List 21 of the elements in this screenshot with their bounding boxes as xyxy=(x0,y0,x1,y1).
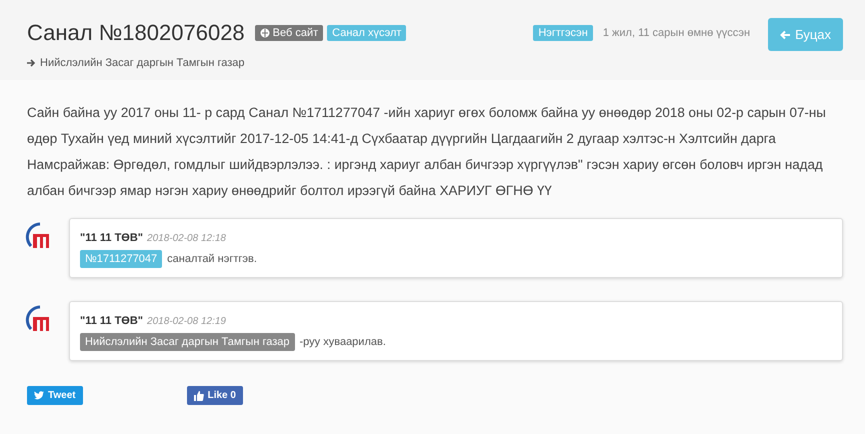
comment-text: саналтай нэгтгэв. xyxy=(167,253,257,265)
suggestion-badge: №1711277047 xyxy=(80,250,162,268)
comment-date: 2018-02-08 12:19 xyxy=(147,316,226,327)
tweet-button[interactable]: Tweet xyxy=(27,386,83,405)
suggestion-text: Сайн байна уу 2017 оны 11- р сард Санал №1711277047 -ийн хариуг өгөх боломж байна уу өнөөдөр 2018 оны 02-р сарын 07-ны өдөр Тухайн үед миний хүсэлтийг 2017-12-05 14:41-д Сүхбаатар дүүргийн Цагдаагийн 2 дугаар хэлтэс-н Хэлтсийн дарга Намсрайжав: Өргөдөл, гомдлыг шийдвэрлэлээ. : иргэнд хариуг албан бичгээр хүргүүлэв" гэсэн хариу өгсөн боловч иргэн надад албан бичгээр ямар нэгэн хариу өнөөдрийг болтол ирээгүй байна ХАРИУГ ӨГНӨ ҮҮ xyxy=(27,104,827,200)
bird-icon xyxy=(34,391,44,400)
page-title: Санал №1802076028 xyxy=(27,20,245,46)
status-badge: Нэгтгэсэн xyxy=(533,24,593,40)
created-time: 1 жил, 11 сарын өмнө үүссэн xyxy=(602,26,750,38)
thumbs-up-icon xyxy=(194,390,204,400)
like-button[interactable]: Like 0 xyxy=(186,386,243,405)
comment-date: 2018-02-08 12:18 xyxy=(147,233,226,244)
comment-author: "11 11 ТӨВ" xyxy=(80,315,144,327)
arrow-left-icon xyxy=(780,30,792,40)
category-badge: Санал хүсэлт xyxy=(327,24,406,40)
organization-name: Нийслэлийн Засаг даргын Тамгын газар xyxy=(40,57,245,69)
comment-text: -руу хуваарилав. xyxy=(300,336,386,348)
comment-author: "11 11 ТӨВ" xyxy=(80,232,144,244)
arrow-right-icon xyxy=(27,59,36,67)
website-link[interactable]: Веб сайт xyxy=(254,24,324,40)
organization-badge: Нийслэлийн Засаг даргын Тамгын газар xyxy=(80,333,295,351)
